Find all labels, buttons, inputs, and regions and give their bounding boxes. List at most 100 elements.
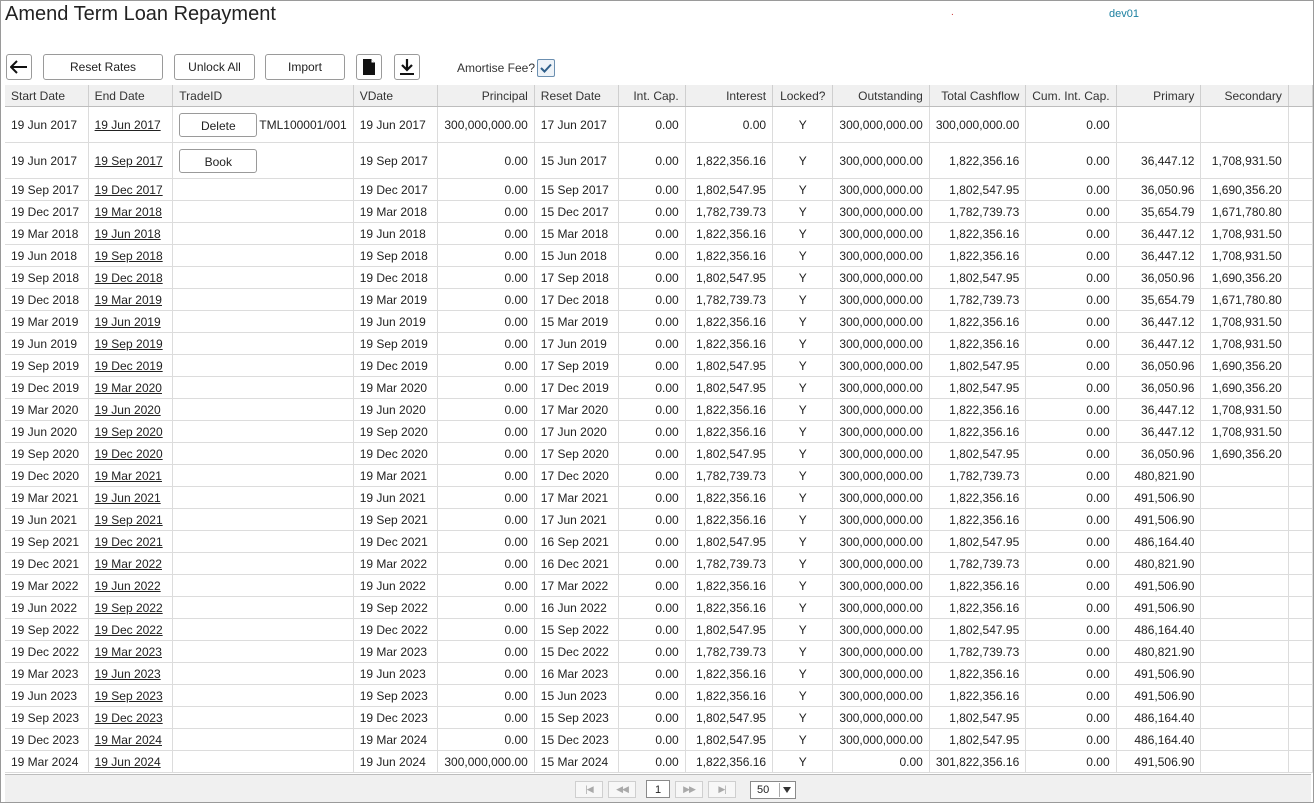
end-date-link[interactable]: 19 Mar 2022 xyxy=(95,557,162,571)
cell-end-date[interactable]: 19 Sep 2021 xyxy=(88,508,174,531)
table-row[interactable]: 19 Sep 2021 19 Dec 2021 19 Dec 2021 0.00 16 … xyxy=(5,530,1313,553)
cell-end-date[interactable]: 19 Jun 2017 xyxy=(88,106,174,143)
user-name[interactable]: dev01 xyxy=(1109,8,1139,20)
table-row[interactable]: 19 Sep 2020 19 Dec 2020 19 Dec 2020 0.00 17 … xyxy=(5,442,1313,465)
table-row[interactable]: 19 Mar 2024 19 Jun 2024 19 Jun 2024 300,000… xyxy=(5,750,1313,773)
download-button[interactable] xyxy=(394,54,420,80)
table-row[interactable]: 19 Mar 2022 19 Jun 2022 19 Jun 2022 0.00 17 … xyxy=(5,574,1313,597)
cell-end-date[interactable]: 19 Dec 2019 xyxy=(88,354,174,377)
end-date-link[interactable]: 19 Mar 2021 xyxy=(95,469,162,483)
table-row[interactable]: 19 Mar 2020 19 Jun 2020 19 Jun 2020 0.00 17 … xyxy=(5,398,1313,421)
prev-page-button[interactable]: ◀◀ xyxy=(608,781,636,798)
table-row[interactable]: 19 Jun 2022 19 Sep 2022 19 Sep 2022 0.00 16 … xyxy=(5,596,1313,619)
end-date-link[interactable]: 19 Mar 2023 xyxy=(95,645,162,659)
end-date-link[interactable]: 19 Jun 2021 xyxy=(95,491,161,505)
table-row[interactable]: 19 Dec 2022 19 Mar 2023 19 Mar 2023 0.00 15 … xyxy=(5,640,1313,663)
cell-end-date[interactable]: 19 Jun 2019 xyxy=(88,310,174,333)
end-date-link[interactable]: 19 Sep 2021 xyxy=(95,513,163,527)
cell-end-date[interactable]: 19 Mar 2019 xyxy=(88,288,174,311)
col-cum-int-cap[interactable]: Cum. Int. Cap. xyxy=(1025,85,1117,107)
col-primary[interactable]: Primary xyxy=(1116,85,1202,107)
cell-end-date[interactable]: 19 Jun 2018 xyxy=(88,222,174,245)
col-principal[interactable]: Principal xyxy=(437,85,535,107)
table-row[interactable]: 19 Sep 2022 19 Dec 2022 19 Dec 2022 0.00 15 … xyxy=(5,618,1313,641)
cell-end-date[interactable]: 19 Dec 2020 xyxy=(88,442,174,465)
col-total-cashflow[interactable]: Total Cashflow xyxy=(929,85,1027,107)
table-row[interactable]: 19 Jun 2023 19 Sep 2023 19 Sep 2023 0.00 15 … xyxy=(5,684,1313,707)
table-row[interactable]: 19 Jun 2017 19 Sep 2017 Book 19 Sep 2017 0.0… xyxy=(5,142,1313,179)
col-end-date[interactable]: End Date xyxy=(88,85,174,107)
cell-end-date[interactable]: 19 Dec 2021 xyxy=(88,530,174,553)
table-row[interactable]: 19 Jun 2019 19 Sep 2019 19 Sep 2019 0.00 17 … xyxy=(5,332,1313,355)
table-row[interactable]: 19 Sep 2019 19 Dec 2019 19 Dec 2019 0.00 17 … xyxy=(5,354,1313,377)
document-button[interactable] xyxy=(356,54,382,80)
page-size-select[interactable]: 50 xyxy=(750,781,796,799)
cell-end-date[interactable]: 19 Sep 2017 xyxy=(88,142,174,179)
page-number-input[interactable]: 1 xyxy=(646,780,670,798)
cell-end-date[interactable]: 19 Mar 2020 xyxy=(88,376,174,399)
end-date-link[interactable]: 19 Jun 2024 xyxy=(95,755,161,769)
import-button[interactable]: Import xyxy=(265,54,345,80)
end-date-link[interactable]: 19 Mar 2018 xyxy=(95,205,162,219)
table-row[interactable]: 19 Dec 2021 19 Mar 2022 19 Mar 2022 0.00 16 … xyxy=(5,552,1313,575)
table-row[interactable]: 19 Mar 2023 19 Jun 2023 19 Jun 2023 0.00 16 … xyxy=(5,662,1313,685)
end-date-link[interactable]: 19 Sep 2019 xyxy=(95,337,163,351)
end-date-link[interactable]: 19 Dec 2018 xyxy=(95,271,163,285)
next-page-button[interactable]: ▶▶ xyxy=(675,781,703,798)
col-vdate[interactable]: VDate xyxy=(353,85,439,107)
cell-end-date[interactable]: 19 Sep 2023 xyxy=(88,684,174,707)
end-date-link[interactable]: 19 Jun 2022 xyxy=(95,579,161,593)
col-trade-id[interactable]: TradeID xyxy=(172,85,354,107)
cell-end-date[interactable]: 19 Mar 2024 xyxy=(88,728,174,751)
back-button[interactable] xyxy=(6,54,32,80)
cell-end-date[interactable]: 19 Dec 2017 xyxy=(88,178,174,201)
first-page-button[interactable]: |◀ xyxy=(575,781,603,798)
cell-end-date[interactable]: 19 Sep 2022 xyxy=(88,596,174,619)
book-button[interactable]: Book xyxy=(179,148,258,173)
cell-end-date[interactable]: 19 Dec 2022 xyxy=(88,618,174,641)
cell-end-date[interactable]: 19 Dec 2023 xyxy=(88,706,174,729)
cell-end-date[interactable]: 19 Mar 2022 xyxy=(88,552,174,575)
end-date-link[interactable]: 19 Sep 2023 xyxy=(95,689,163,703)
col-reset-date[interactable]: Reset Date xyxy=(534,85,619,107)
end-date-link[interactable]: 19 Jun 2023 xyxy=(95,667,161,681)
table-row[interactable]: 19 Sep 2017 19 Dec 2017 19 Dec 2017 0.00 15 … xyxy=(5,178,1313,201)
table-row[interactable]: 19 Dec 2017 19 Mar 2018 19 Mar 2018 0.00 15 … xyxy=(5,200,1313,223)
table-row[interactable]: 19 Jun 2020 19 Sep 2020 19 Sep 2020 0.00 17 … xyxy=(5,420,1313,443)
cell-end-date[interactable]: 19 Jun 2021 xyxy=(88,486,174,509)
delete-button[interactable]: Delete xyxy=(179,112,258,137)
col-outstanding[interactable]: Outstanding xyxy=(832,85,930,107)
end-date-link[interactable]: 19 Dec 2022 xyxy=(95,623,163,637)
end-date-link[interactable]: 19 Dec 2020 xyxy=(95,447,163,461)
end-date-link[interactable]: 19 Dec 2019 xyxy=(95,359,163,373)
end-date-link[interactable]: 19 Sep 2018 xyxy=(95,249,163,263)
table-row[interactable]: 19 Mar 2018 19 Jun 2018 19 Jun 2018 0.00 15 … xyxy=(5,222,1313,245)
end-date-link[interactable]: 19 Jun 2019 xyxy=(95,315,161,329)
end-date-link[interactable]: 19 Sep 2022 xyxy=(95,601,163,615)
table-row[interactable]: 19 Dec 2019 19 Mar 2020 19 Mar 2020 0.00 17 … xyxy=(5,376,1313,399)
amortise-fee-checkbox[interactable] xyxy=(537,59,555,77)
cell-end-date[interactable]: 19 Sep 2020 xyxy=(88,420,174,443)
end-date-link[interactable]: 19 Jun 2018 xyxy=(95,227,161,241)
cell-end-date[interactable]: 19 Mar 2023 xyxy=(88,640,174,663)
table-row[interactable]: 19 Jun 2017 19 Jun 2017 Delete TML100001/00… xyxy=(5,106,1313,143)
reset-rates-button[interactable]: Reset Rates xyxy=(43,54,163,80)
table-row[interactable]: 19 Dec 2023 19 Mar 2024 19 Mar 2024 0.00 15 … xyxy=(5,728,1313,751)
col-start-date[interactable]: Start Date xyxy=(5,85,89,107)
end-date-link[interactable]: 19 Dec 2017 xyxy=(95,183,163,197)
cell-end-date[interactable]: 19 Jun 2022 xyxy=(88,574,174,597)
cell-end-date[interactable]: 19 Jun 2023 xyxy=(88,662,174,685)
end-date-link[interactable]: 19 Dec 2021 xyxy=(95,535,163,549)
table-row[interactable]: 19 Jun 2018 19 Sep 2018 19 Sep 2018 0.00 15 … xyxy=(5,244,1313,267)
col-secondary[interactable]: Secondary xyxy=(1200,85,1289,107)
table-row[interactable]: 19 Dec 2020 19 Mar 2021 19 Mar 2021 0.00 17 … xyxy=(5,464,1313,487)
table-row[interactable]: 19 Mar 2019 19 Jun 2019 19 Jun 2019 0.00 15 … xyxy=(5,310,1313,333)
table-row[interactable]: 19 Sep 2023 19 Dec 2023 19 Dec 2023 0.00 15 … xyxy=(5,706,1313,729)
end-date-link[interactable]: 19 Sep 2017 xyxy=(95,154,163,168)
end-date-link[interactable]: 19 Jun 2017 xyxy=(95,118,161,132)
table-row[interactable]: 19 Dec 2018 19 Mar 2019 19 Mar 2019 0.00 17 … xyxy=(5,288,1313,311)
end-date-link[interactable]: 19 Mar 2019 xyxy=(95,293,162,307)
cell-end-date[interactable]: 19 Jun 2024 xyxy=(88,750,174,773)
table-row[interactable]: 19 Sep 2018 19 Dec 2018 19 Dec 2018 0.00 17 … xyxy=(5,266,1313,289)
cell-end-date[interactable]: 19 Sep 2019 xyxy=(88,332,174,355)
